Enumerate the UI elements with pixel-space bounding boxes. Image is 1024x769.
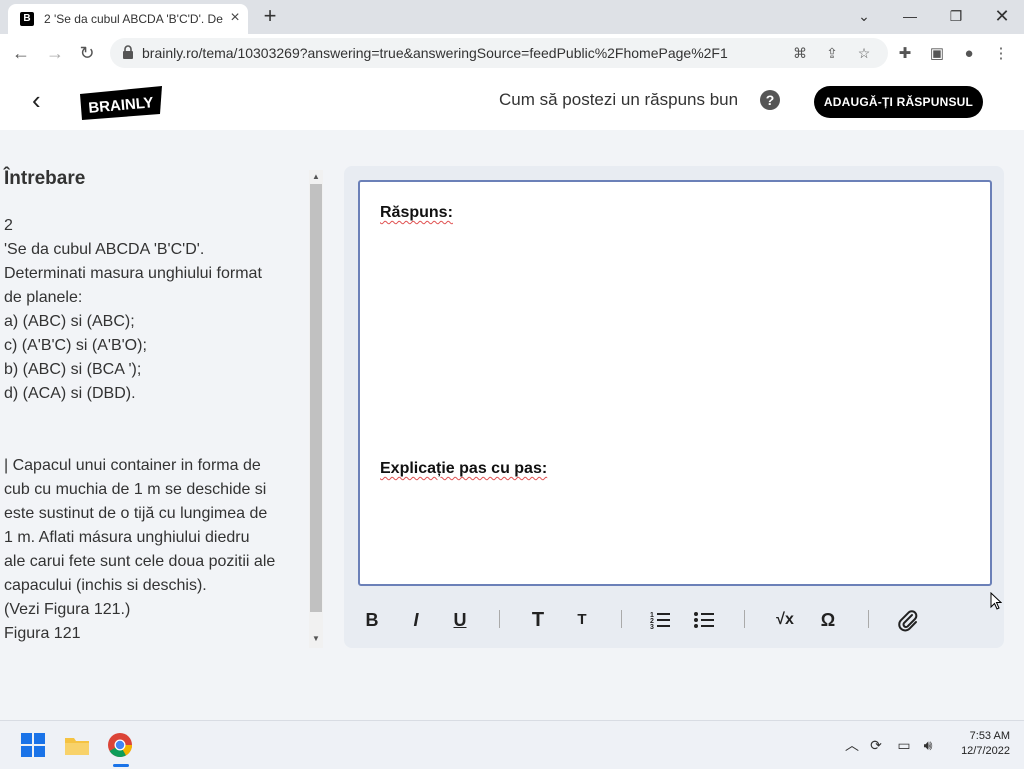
new-tab-button[interactable]: + xyxy=(258,5,282,29)
restore-button[interactable]: ❐ xyxy=(938,4,974,28)
forward-icon[interactable]: → xyxy=(42,40,68,66)
question-line: este sustinut de o tijă cu lungimea de xyxy=(4,505,268,522)
scroll-up-arrow-icon[interactable]: ▲ xyxy=(309,170,323,184)
question-line: | Capacul unui container in forma de xyxy=(4,457,261,474)
brainly-logo[interactable]: BRAINLY xyxy=(80,86,164,120)
question-line: cub cu muchia de 1 m se deschide si xyxy=(4,481,267,498)
tab-close-icon[interactable]: × xyxy=(226,9,244,27)
profile-avatar-icon[interactable]: ● xyxy=(958,43,980,65)
back-chevron-icon[interactable]: ‹ xyxy=(32,86,58,114)
ordered-list-icon[interactable]: 1 2 3 xyxy=(648,608,672,632)
help-icon[interactable]: ? xyxy=(760,90,780,110)
underline-button[interactable]: U xyxy=(448,608,472,632)
scrollbar-thumb[interactable] xyxy=(310,184,322,612)
subheading-button[interactable]: T xyxy=(570,608,594,632)
svg-text:3: 3 xyxy=(650,624,654,631)
chrome-icon[interactable] xyxy=(106,731,134,759)
windows-taskbar: ︿ ⟳ ▭ 🔊︎ 7:53 AM 12/7/2022 xyxy=(0,720,1024,769)
question-line: 1 m. Aflati másura unghiului diedru xyxy=(4,529,250,546)
toolbar-divider xyxy=(868,610,869,628)
question-line: de planele: xyxy=(4,289,83,306)
sync-status-icon[interactable]: ⟳ xyxy=(866,735,886,755)
question-line: c) (A'B'C) si (A'B'O); xyxy=(4,337,147,354)
toolbar-divider xyxy=(744,610,745,628)
clock-date: 12/7/2022 xyxy=(961,745,1010,757)
menu-kebab-icon[interactable]: ⋮ xyxy=(990,43,1012,65)
tray-chevron-up-icon[interactable]: ︿ xyxy=(842,735,862,755)
question-title: Întrebare xyxy=(4,168,86,189)
translate-icon[interactable]: ⌘ xyxy=(790,43,810,63)
mouse-cursor-icon xyxy=(990,592,1002,610)
attachment-paperclip-icon[interactable] xyxy=(896,608,920,632)
answer-editor-container: Răspuns: Explicație pas cu pas: B I U T … xyxy=(344,166,1004,648)
answer-textarea[interactable]: Răspuns: Explicație pas cu pas: xyxy=(358,180,992,586)
explanation-label: Explicație pas cu pas: xyxy=(380,460,548,477)
bullet-list-icon[interactable] xyxy=(692,608,716,632)
question-scrollbar[interactable]: ▲ ▼ xyxy=(309,170,323,648)
side-panel-icon[interactable]: ▣ xyxy=(926,43,948,65)
question-panel: Întrebare 2 'Se da cubul ABCDA 'B'C'D'. … xyxy=(0,130,310,650)
network-icon[interactable]: ▭ xyxy=(894,735,914,755)
address-bar[interactable]: brainly.ro/tema/10303269?answering=true&… xyxy=(110,38,888,68)
back-icon[interactable]: ← xyxy=(8,40,34,66)
url-text: brainly.ro/tema/10303269?answering=true&… xyxy=(142,45,728,61)
question-line: Determinati masura unghiului format xyxy=(4,265,262,282)
question-line: a) (ABC) si (ABC); xyxy=(4,313,135,330)
reload-icon[interactable]: ↻ xyxy=(74,40,100,66)
lock-icon xyxy=(123,45,133,59)
windows-start-icon[interactable] xyxy=(19,731,47,759)
math-sqrt-button[interactable]: √x xyxy=(770,608,800,632)
volume-icon[interactable]: 🔊︎ xyxy=(918,735,938,755)
question-line: b) (ABC) si (BCA '); xyxy=(4,361,142,378)
add-answer-button[interactable]: ADAUGĂ-ȚI RĂSPUNSUL xyxy=(814,86,983,118)
browser-tab[interactable]: B 2 'Se da cubul ABCDA 'B'C'D'. De × xyxy=(8,4,248,34)
browser-tab-strip: B 2 'Se da cubul ABCDA 'B'C'D'. De × + ⌄… xyxy=(0,0,1024,34)
minimize-button[interactable]: — xyxy=(892,4,928,28)
file-explorer-icon[interactable] xyxy=(63,731,91,759)
question-line: 2 xyxy=(4,217,13,234)
italic-button[interactable]: I xyxy=(404,608,428,632)
question-text: 2 'Se da cubul ABCDA 'B'C'D'. Determinat… xyxy=(4,214,310,646)
question-line: capacului (inchis si deschis). xyxy=(4,577,207,594)
system-clock[interactable]: 7:53 AM 12/7/2022 xyxy=(940,729,1010,759)
toolbar-divider xyxy=(621,610,622,628)
question-line: 'Se da cubul ABCDA 'B'C'D'. xyxy=(4,241,205,258)
scroll-down-arrow-icon[interactable]: ▼ xyxy=(309,632,323,646)
toolbar-divider xyxy=(499,610,500,628)
special-chars-omega-button[interactable]: Ω xyxy=(816,608,840,632)
active-app-indicator xyxy=(113,764,129,767)
bookmark-star-icon[interactable]: ☆ xyxy=(854,43,874,63)
close-window-button[interactable]: ✕ xyxy=(984,4,1020,28)
clock-time: 7:53 AM xyxy=(969,730,1010,742)
extensions-puzzle-icon[interactable]: ✚ xyxy=(894,43,916,65)
tab-title: 2 'Se da cubul ABCDA 'B'C'D'. De xyxy=(44,12,223,26)
formatting-toolbar: B I U T T 1 2 3 √x Ω xyxy=(358,602,998,636)
question-line: Figura 121 xyxy=(4,625,81,642)
question-line: d) (ACA) si (DBD). xyxy=(4,385,136,402)
browser-toolbar: ← → ↻ brainly.ro/tema/10303269?answering… xyxy=(0,34,1024,73)
bold-button[interactable]: B xyxy=(360,608,384,632)
answer-label: Răspuns: xyxy=(380,204,453,221)
heading-button[interactable]: T xyxy=(526,608,550,632)
share-icon[interactable]: ⇪ xyxy=(822,43,842,63)
question-line: (Vezi Figura 121.) xyxy=(4,601,131,618)
how-to-answer-link[interactable]: Cum să postezi un răspuns bun xyxy=(499,90,738,110)
tab-search-chevron-icon[interactable]: ⌄ xyxy=(846,4,882,28)
brainly-favicon-icon: B xyxy=(20,12,34,26)
question-line: ale carui fete sunt cele doua pozitii al… xyxy=(4,553,276,570)
